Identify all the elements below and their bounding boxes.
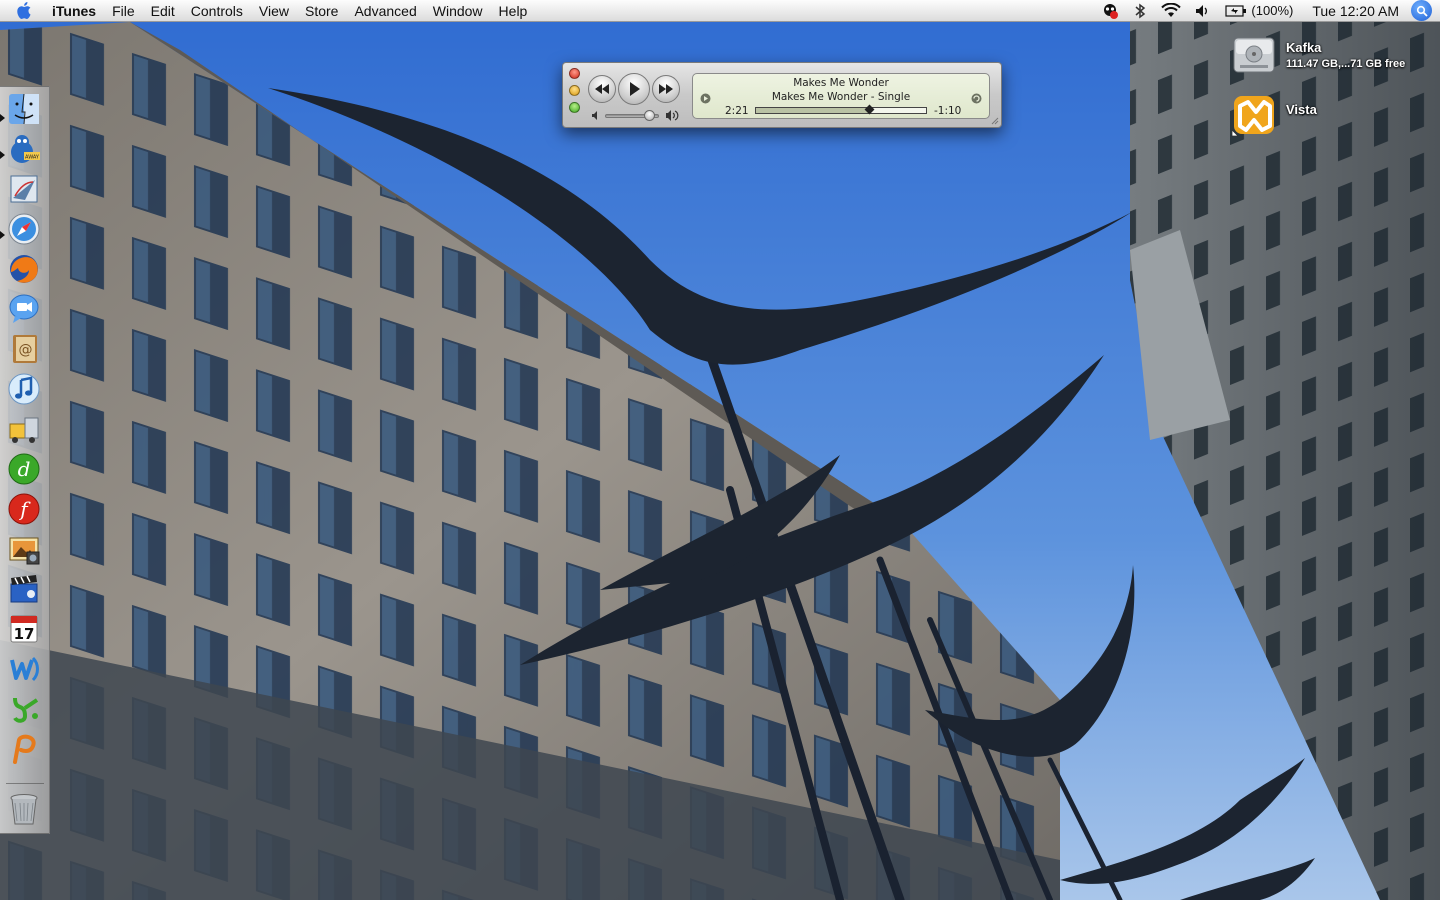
dock-itunes[interactable] [5,371,43,407]
dock-safari[interactable] [5,211,43,247]
hard-drive-icon [1230,32,1278,78]
ical-icon: 17 [10,615,38,643]
menu-view[interactable]: View [251,0,297,22]
dock-finder[interactable] [5,91,43,127]
dock-ichat[interactable] [5,291,43,327]
dock-contribute[interactable] [5,651,43,687]
iphoto-icon [9,537,40,565]
dock-trash[interactable] [5,791,43,827]
contribute-icon [10,656,39,682]
minimize-button[interactable] [569,85,580,96]
dock: AWAY @ d f 17 [0,86,50,834]
desktop-wallpaper [0,0,1440,900]
pages-icon [13,734,36,764]
address-book-icon: @ [13,335,37,363]
fireworks-icon [13,697,39,723]
dock-ical[interactable]: 17 [5,611,43,647]
desktop-icon-label: Vista [1286,102,1317,117]
battery-icon [1225,4,1247,17]
dock-fireworks[interactable] [5,691,43,727]
wifi-icon[interactable] [1154,0,1188,21]
desktop-icon-label: Kafka [1286,40,1322,55]
dock-mail[interactable] [5,171,43,207]
volume-slider[interactable] [605,110,659,121]
fast-forward-icon [659,84,673,94]
dock-imovie[interactable] [5,571,43,607]
desktop-icon-kafka[interactable]: Kafka 111.47 GB,...71 GB free [1230,32,1405,78]
menu-clock[interactable]: Tue 12:20 AM [1300,0,1411,21]
svg-text:d: d [18,457,31,481]
play-icon [630,82,640,96]
svg-text:AWAY: AWAY [25,155,40,161]
dock-separator [6,783,44,784]
volume-low-icon [592,111,597,120]
dock-address-book[interactable]: @ [5,331,43,367]
progress-fill [756,108,870,113]
progress-bar[interactable] [755,104,927,115]
dock-flash[interactable]: f [5,491,43,527]
track-title: Makes Me Wonder [793,77,889,89]
volume-high-icon [666,110,679,121]
bluetooth-icon[interactable] [1126,0,1154,21]
menu-help[interactable]: Help [491,0,536,22]
battery-status[interactable]: (100%) [1218,0,1300,21]
previous-button[interactable] [588,75,616,103]
apple-menu-icon[interactable] [16,0,38,22]
dock-transmit[interactable] [5,411,43,447]
volume-icon[interactable] [1188,0,1218,21]
transmit-icon [9,417,39,443]
spotlight-icon[interactable] [1411,0,1432,21]
elapsed-time: 2:21 [725,105,749,117]
rewind-icon [595,84,609,94]
flash-icon: f [8,493,40,525]
menu-edit[interactable]: Edit [143,0,183,22]
desktop-icon-vista[interactable]: Vista [1230,92,1317,140]
menu-file[interactable]: File [104,0,143,22]
resize-grip-icon[interactable] [990,116,999,125]
menu-advanced[interactable]: Advanced [346,0,424,22]
svg-text:17: 17 [14,625,35,643]
trash-icon [10,794,38,825]
dock-iphoto[interactable] [5,531,43,567]
dreamweaver-icon: d [8,453,40,485]
menu-bar: iTunes File Edit Controls View Store Adv… [0,0,1440,22]
next-button[interactable] [652,75,680,103]
ichat-icon [9,294,39,323]
mail-icon [10,175,38,203]
menu-store[interactable]: Store [297,0,346,22]
desktop-icon-sublabel: 111.47 GB,...71 GB free [1286,58,1406,70]
lcd-display: Makes Me Wonder Makes Me Wonder - Single… [692,73,990,119]
menu-controls[interactable]: Controls [183,0,251,22]
vista-alias-icon [1230,92,1278,140]
firefox-icon [10,255,38,283]
finder-icon [9,93,39,125]
safari-icon [8,213,40,245]
itunes-icon [8,373,40,405]
dock-dreamweaver[interactable]: d [5,451,43,487]
album-name: Makes Me Wonder - Single [771,91,911,103]
remaining-time: -1:10 [934,105,962,117]
dock-adium[interactable]: AWAY [5,131,43,167]
adium-icon: AWAY [11,135,40,163]
adium-status-icon[interactable] [1094,0,1126,21]
menu-window[interactable]: Window [425,0,491,22]
volume-slider-knob[interactable] [644,110,656,121]
play-button[interactable] [618,73,650,105]
imovie-icon [10,575,38,603]
battery-percent: (100%) [1251,3,1294,18]
close-button[interactable] [569,68,580,79]
zoom-button[interactable] [569,102,580,113]
menu-extras: (100%) Tue 12:20 AM [1094,0,1440,21]
menu-app-name[interactable]: iTunes [48,0,104,22]
dock-firefox[interactable] [5,251,43,287]
dock-pages[interactable] [5,731,43,767]
svg-text:@: @ [19,342,33,358]
itunes-mini-player: Makes Me Wonder Makes Me Wonder - Single… [562,62,1002,128]
